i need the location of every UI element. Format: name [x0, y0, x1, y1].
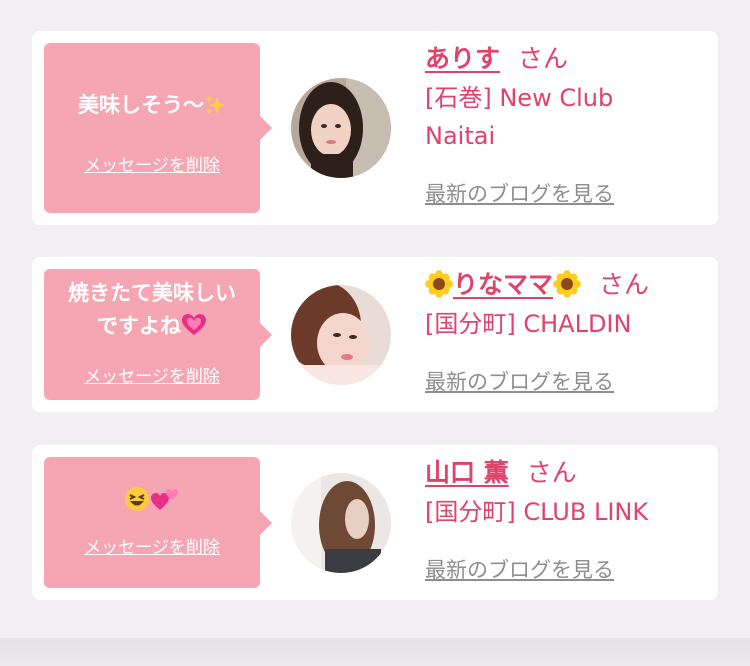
latest-blog-link[interactable]: 最新のブログを見る [425, 369, 614, 395]
shop-line-2: Naitai [425, 122, 496, 150]
delete-message-link[interactable]: メッセージを削除 [44, 155, 260, 177]
avatar[interactable] [291, 78, 391, 178]
latest-blog-link[interactable]: 最新のブログを見る [425, 557, 614, 583]
shop-name: [石巻] New Club Naitai [425, 79, 705, 155]
avatar-photo [291, 78, 391, 178]
growing-heart-icon [182, 314, 206, 335]
honorific: さん [599, 270, 650, 299]
message-card: 焼きたて美味しい ですよね メッセージを削除 りなママ さん [国分町] CHA… [32, 257, 718, 412]
page-footer-strip [0, 638, 750, 666]
message-text-line-2: ですよね [44, 310, 260, 343]
message-card: 美味しそう〜 メッセージを削除 ありす さん [石巻] New Club Nait… [32, 31, 718, 225]
honorific: さん [518, 44, 569, 73]
message-text-line-1: 焼きたて美味しい [68, 281, 236, 305]
avatar[interactable] [291, 285, 391, 385]
shop-line-1: [国分町] CLUB LINK [425, 498, 649, 526]
laughing-face-icon [125, 487, 149, 511]
sunflower-icon [553, 270, 582, 298]
shop-name: [国分町] CHALDIN [425, 305, 705, 343]
message-text: 焼きたて美味しい ですよね [44, 277, 260, 343]
message-text [44, 485, 260, 518]
message-bubble: 美味しそう〜 メッセージを削除 [44, 43, 272, 213]
message-bubble: 焼きたて美味しい ですよね メッセージを削除 [44, 269, 272, 400]
message-text: 美味しそう〜 [44, 89, 260, 122]
sunflower-icon [425, 270, 453, 298]
girl-info: 山口 薫さん [国分町] CLUB LINK [425, 457, 705, 531]
message-text-content: 美味しそう〜 [78, 93, 204, 117]
girl-name-text[interactable]: りなママ [453, 270, 553, 299]
name-row: りなママ さん [425, 269, 705, 301]
avatar[interactable] [291, 473, 391, 573]
shop-line-1: [石巻] New Club [425, 84, 614, 112]
girl-name-link[interactable]: ありす [425, 44, 500, 73]
girl-info: りなママ さん [国分町] CHALDIN [425, 269, 705, 343]
message-bubble: メッセージを削除 [44, 457, 272, 588]
name-row: ありす さん [425, 43, 705, 75]
delete-message-link[interactable]: メッセージを削除 [44, 537, 260, 559]
latest-blog-link[interactable]: 最新のブログを見る [425, 181, 614, 207]
girl-info: ありす さん [石巻] New Club Naitai [425, 43, 705, 155]
girl-name-link[interactable]: りなママ [425, 270, 582, 299]
girl-name-link[interactable]: 山口 薫 [425, 458, 509, 487]
avatar-photo [291, 473, 391, 573]
shop-line-1: [国分町] CHALDIN [425, 310, 632, 338]
message-card: メッセージを削除 山口 薫さん [国分町] CLUB LINK 最新のブログを見… [32, 445, 718, 600]
honorific: さん [526, 458, 577, 487]
sparkles-icon [205, 95, 225, 114]
two-hearts-icon [151, 489, 178, 510]
name-row: 山口 薫さん [425, 457, 705, 489]
shop-name: [国分町] CLUB LINK [425, 493, 705, 531]
delete-message-link[interactable]: メッセージを削除 [44, 366, 260, 388]
avatar-photo [291, 285, 391, 385]
